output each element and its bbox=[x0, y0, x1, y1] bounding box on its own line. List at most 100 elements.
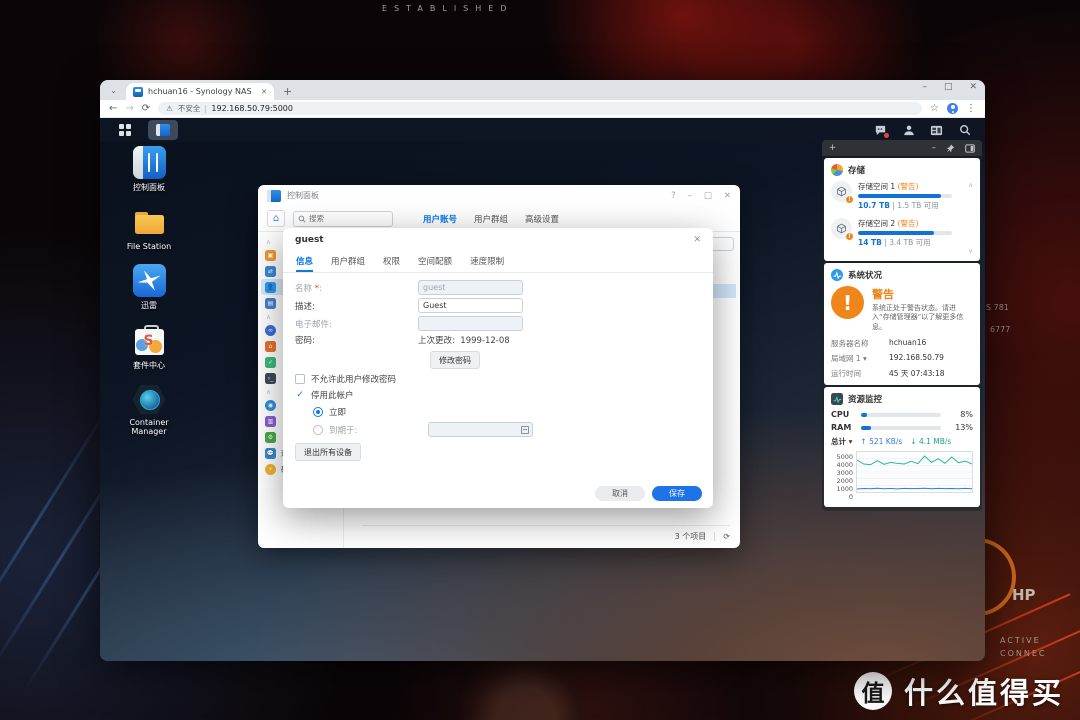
maximize-button[interactable]: □ bbox=[704, 191, 712, 201]
desktop-icon-control-panel[interactable]: 控制面板 bbox=[112, 146, 186, 193]
minimize-button[interactable]: – bbox=[688, 191, 692, 201]
browser-window: ⌄ hchuan16 - Synology NAS ✕ + – □ ✕ ← → … bbox=[100, 80, 985, 661]
name-input bbox=[418, 280, 523, 295]
calendar-icon[interactable] bbox=[521, 426, 529, 434]
colon: : bbox=[319, 284, 322, 294]
tab-close-icon[interactable]: ✕ bbox=[261, 88, 267, 96]
chart-y-axis: 5000 4000 3000 2000 1000 0 bbox=[831, 451, 853, 501]
checkbox-label: 停用此帐户 bbox=[311, 389, 354, 401]
disallow-change-checkbox-row[interactable]: 不允许此用户修改密码 bbox=[295, 373, 396, 385]
dsm-taskbar bbox=[100, 118, 985, 142]
cpu-bar bbox=[861, 413, 941, 417]
tab-permissions[interactable]: 权限 bbox=[383, 251, 400, 272]
tab-quota[interactable]: 空间配额 bbox=[418, 251, 452, 272]
browser-tab[interactable]: hchuan16 - Synology NAS ✕ bbox=[126, 83, 274, 100]
desktop-icon-package-center[interactable]: S 套件中心 bbox=[112, 324, 186, 371]
collapse-icon[interactable]: ∧ bbox=[968, 181, 973, 189]
volume-status: (警告) bbox=[898, 182, 919, 191]
storage-volume-2[interactable]: ! 存储空间 2 (警告) 14 TB | 3.4 TB 可用 bbox=[831, 218, 973, 248]
expire-radio-row[interactable]: 到期于: bbox=[313, 422, 533, 437]
description-field-row: 描述: bbox=[295, 298, 523, 313]
new-tab-button[interactable]: + bbox=[283, 86, 292, 97]
tab-advanced-settings[interactable]: 高级设置 bbox=[525, 213, 559, 225]
wallpaper-text: 6777 bbox=[990, 325, 1010, 334]
control-panel-icon bbox=[156, 124, 170, 136]
warning-circle-icon: ! bbox=[831, 286, 864, 319]
control-panel-titlebar[interactable]: 控制面板 ? – □ ✕ bbox=[258, 185, 740, 206]
description-input[interactable] bbox=[418, 298, 523, 313]
back-button[interactable]: ← bbox=[109, 104, 117, 114]
desktop-icon-container-manager[interactable]: Container Manager bbox=[112, 384, 186, 436]
tab-user-groups[interactable]: 用户群组 bbox=[331, 251, 365, 272]
tab-info[interactable]: 信息 bbox=[296, 251, 313, 272]
name-field-row: 名称 *: bbox=[295, 280, 523, 295]
user-menu-icon[interactable] bbox=[902, 124, 915, 137]
add-widget-button[interactable]: + bbox=[829, 143, 836, 153]
dialog-close-icon[interactable]: ✕ bbox=[693, 235, 701, 245]
dock-right-icon[interactable] bbox=[965, 144, 975, 153]
home-button[interactable]: ⌂ bbox=[267, 210, 285, 227]
checkbox-checked[interactable]: ✓ bbox=[295, 390, 305, 400]
health-status: 警告 bbox=[872, 286, 973, 302]
widget-minimize-button[interactable]: – bbox=[932, 143, 936, 153]
logout-all-devices-button[interactable]: 退出所有设备 bbox=[295, 443, 361, 461]
browser-menu-icon[interactable]: ⋮ bbox=[966, 104, 976, 114]
expire-date-input bbox=[428, 422, 533, 437]
forward-button[interactable]: → bbox=[125, 104, 133, 114]
storage-pie-icon bbox=[831, 164, 843, 176]
reload-button[interactable]: ⟳ bbox=[142, 104, 150, 114]
disable-account-checkbox-row[interactable]: ✓ 停用此帐户 bbox=[295, 389, 354, 401]
radio-selected[interactable] bbox=[313, 407, 323, 417]
change-password-button[interactable]: 修改密码 bbox=[430, 351, 480, 369]
tab-user-group[interactable]: 用户群组 bbox=[474, 213, 508, 225]
upload-speed: 521 KB/s bbox=[869, 437, 902, 446]
caret-down-icon[interactable]: ▾ bbox=[863, 354, 867, 363]
dsm-desktop: 控制面板 File Station 迅雷 S 套件中心 Container Ma… bbox=[100, 118, 985, 661]
not-secure-label: 不安全 bbox=[178, 103, 201, 114]
ram-label: RAM bbox=[831, 423, 861, 432]
refresh-icon[interactable]: ⟳ bbox=[723, 532, 730, 541]
cancel-button[interactable]: 取消 bbox=[595, 486, 645, 501]
desktop-icon-xunlei[interactable]: 迅雷 bbox=[112, 264, 186, 311]
close-button[interactable]: ✕ bbox=[724, 191, 731, 201]
tab-title: hchuan16 - Synology NAS bbox=[148, 87, 256, 96]
search-icon[interactable] bbox=[958, 124, 971, 137]
profile-avatar[interactable] bbox=[947, 103, 958, 114]
checkbox-label: 不允许此用户修改密码 bbox=[311, 373, 396, 385]
list-status-bar: 3 个项目 ⟳ bbox=[362, 525, 730, 542]
window-maximize-button[interactable]: □ bbox=[944, 82, 953, 92]
taskbar-control-panel-button[interactable] bbox=[148, 120, 178, 140]
search-input[interactable] bbox=[309, 214, 379, 223]
cpu-row: CPU 8% bbox=[831, 410, 973, 419]
checkbox-unchecked[interactable] bbox=[295, 374, 305, 384]
pin-icon[interactable] bbox=[946, 144, 955, 153]
window-minimize-button[interactable]: – bbox=[922, 82, 927, 92]
chart-plot-area bbox=[856, 451, 973, 493]
change-password-row: 修改密码 bbox=[430, 351, 480, 369]
control-panel-search[interactable] bbox=[293, 211, 393, 227]
bookmark-star-icon[interactable]: ☆ bbox=[930, 104, 939, 114]
tab-search-button[interactable]: ⌄ bbox=[107, 84, 120, 97]
desktop-icon-file-station[interactable]: File Station bbox=[112, 206, 186, 251]
save-button[interactable]: 保存 bbox=[652, 486, 702, 501]
caret-down-icon[interactable]: ▾ bbox=[849, 437, 853, 446]
tab-speed-limit[interactable]: 速度限制 bbox=[470, 251, 504, 272]
radio-unselected[interactable] bbox=[313, 425, 323, 435]
storage-volume-1[interactable]: ! 存储空间 1 (警告) 10.7 TB | 1.5 TB 可用 ∧ bbox=[831, 181, 973, 211]
download-arrow-icon: ↓ bbox=[910, 437, 916, 446]
window-close-button[interactable]: ✕ bbox=[969, 82, 977, 92]
resource-monitor-title: 资源监控 bbox=[848, 393, 882, 405]
volume-usage-bar bbox=[858, 231, 952, 235]
expand-icon[interactable]: ∨ bbox=[831, 247, 973, 255]
wallpaper-streak bbox=[0, 402, 112, 658]
tab-user-account[interactable]: 用户账号 bbox=[423, 213, 457, 225]
notification-badge bbox=[884, 133, 889, 138]
address-bar[interactable]: ⚠ 不安全 192.168.50.79:5000 bbox=[158, 102, 922, 115]
ram-row: RAM 13% bbox=[831, 423, 973, 432]
notifications-icon[interactable] bbox=[874, 124, 887, 137]
help-button[interactable]: ? bbox=[671, 191, 676, 201]
name-label: 名称 bbox=[295, 284, 312, 294]
main-menu-button[interactable] bbox=[110, 120, 140, 140]
immediately-radio-row[interactable]: 立即 bbox=[313, 406, 346, 418]
widgets-icon[interactable] bbox=[930, 124, 943, 137]
